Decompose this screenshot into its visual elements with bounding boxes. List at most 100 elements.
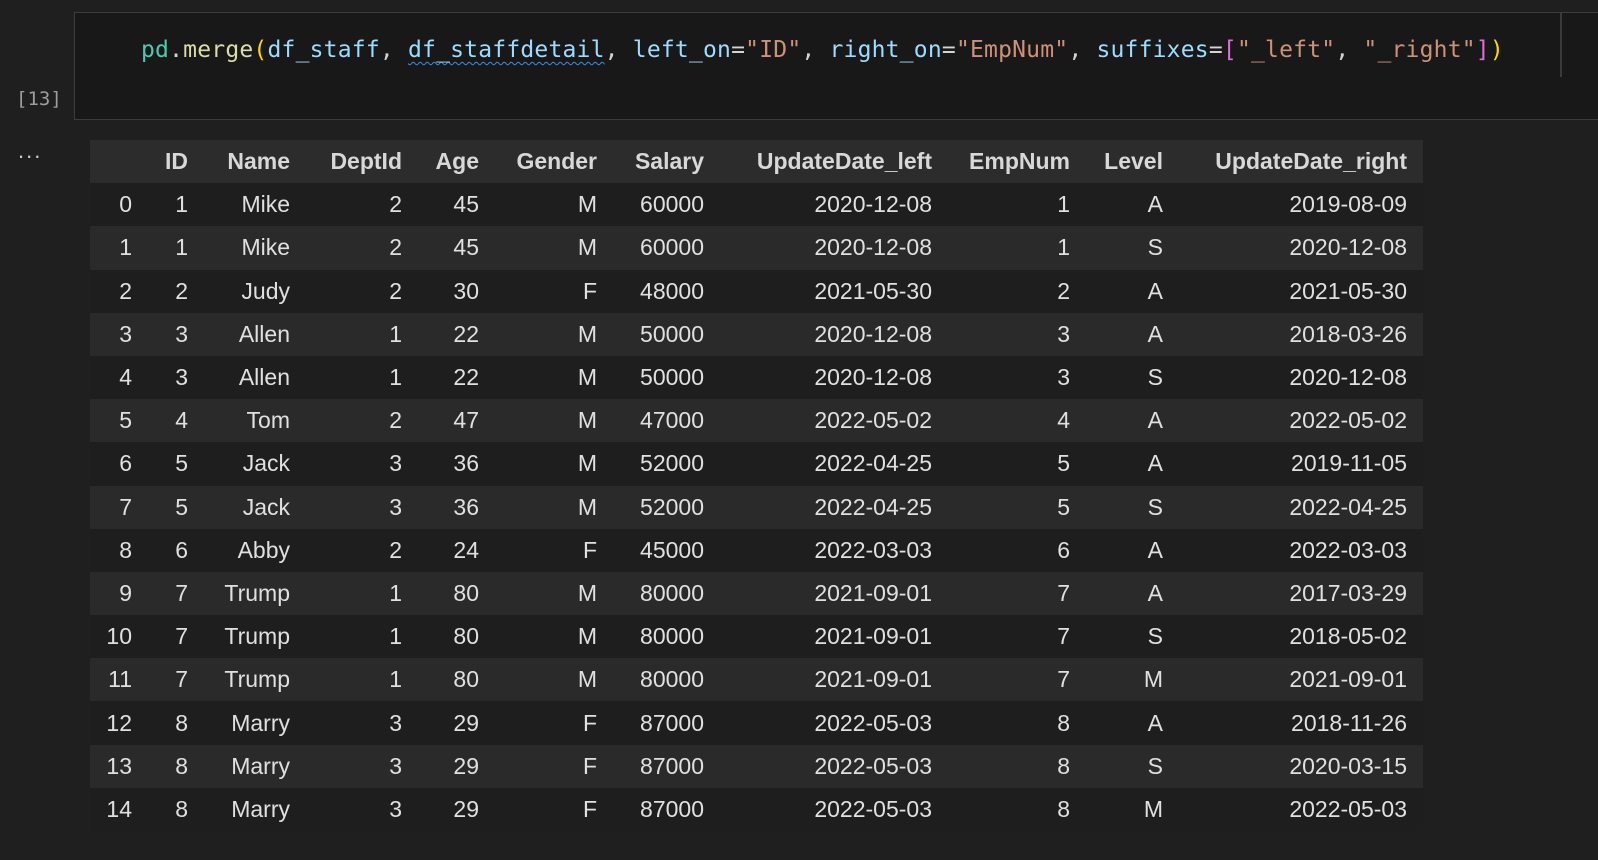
table-cell: 2 xyxy=(389,191,402,218)
code-token: , xyxy=(1335,37,1364,63)
table-cell: Mike xyxy=(241,191,290,218)
table-cell: 2020-12-08 xyxy=(1289,234,1407,261)
table-cell: A xyxy=(1147,450,1163,477)
column-header: Salary xyxy=(613,140,720,184)
table-cell: 2018-03-26 xyxy=(1289,320,1407,347)
table-cell: M xyxy=(577,234,597,261)
code-token: "ID" xyxy=(745,37,802,63)
table-cell: 80 xyxy=(453,579,479,606)
table-cell: 7 xyxy=(1057,623,1070,650)
table-cell: 2 xyxy=(389,277,402,304)
table-cell: 4 xyxy=(175,407,188,434)
table-cell: 7 xyxy=(1057,666,1070,693)
table-cell: 2020-12-08 xyxy=(814,364,932,391)
code-token: merge xyxy=(183,37,254,63)
code-token: = xyxy=(941,37,956,63)
table-cell: M xyxy=(577,579,597,606)
table-cell: 1 xyxy=(389,623,402,650)
table-row: 13 8 Marry 3 29 F 87000 2022-05-03 8 S 2020-03-15 xyxy=(90,744,1423,788)
table-cell: Jack xyxy=(242,450,290,477)
table-cell: 50000 xyxy=(640,320,704,347)
table-row: 14 8 Marry 3 29 F 87000 2022-05-03 8 M 2022-05-03 xyxy=(90,787,1423,831)
code-token: = xyxy=(731,37,746,63)
table-cell: 8 xyxy=(175,795,188,822)
table-cell: 3 xyxy=(389,795,402,822)
code-cell[interactable]: pd.merge(df_staff, df_staffdetail, left_… xyxy=(74,12,1598,120)
table-cell: 22 xyxy=(453,320,479,347)
table-cell: 2021-09-01 xyxy=(814,666,932,693)
table-cell: Judy xyxy=(241,277,290,304)
table-row: 7 5 Jack 3 36 M 52000 2022-04-25 5 S 2022-04-25 xyxy=(90,485,1423,529)
table-cell: 3 xyxy=(389,493,402,520)
column-header: DeptId xyxy=(306,140,418,184)
table-cell: 80000 xyxy=(640,579,704,606)
row-index: 5 xyxy=(119,407,132,434)
table-cell: M xyxy=(577,364,597,391)
table-cell: 45 xyxy=(453,234,479,261)
table-cell: 29 xyxy=(453,795,479,822)
notebook: [13] pd.merge(df_staff, df_staffdetail, … xyxy=(0,0,1598,860)
table-cell: Trump xyxy=(224,579,290,606)
table-cell: 2020-12-08 xyxy=(814,191,932,218)
table-row: 9 7 Trump 1 80 M 80000 2021-09-01 7 A 2017-03-29 xyxy=(90,571,1423,616)
code-token: ) xyxy=(1489,37,1504,63)
table-cell: 5 xyxy=(1057,450,1070,477)
code-token: = xyxy=(1208,37,1223,63)
table-cell: S xyxy=(1147,623,1163,650)
column-header: UpdateDate_left xyxy=(720,140,948,184)
table-cell: 8 xyxy=(1057,752,1070,779)
table-cell: 2 xyxy=(389,234,402,261)
table-cell: 2022-04-25 xyxy=(1289,493,1407,520)
table-cell: 36 xyxy=(453,493,479,520)
table-cell: 3 xyxy=(175,364,188,391)
table-cell: 2021-09-01 xyxy=(814,579,932,606)
table-cell: 2021-05-30 xyxy=(814,277,932,304)
table-cell: 2022-05-03 xyxy=(1289,795,1407,822)
code-token: , xyxy=(604,37,633,63)
table-cell: 52000 xyxy=(640,493,704,520)
table-cell: 7 xyxy=(175,623,188,650)
table-cell: 60000 xyxy=(640,234,704,261)
table-cell: Jack xyxy=(242,493,290,520)
table-cell: 3 xyxy=(1057,320,1070,347)
table-cell: 87000 xyxy=(640,795,704,822)
row-index: 11 xyxy=(108,666,132,693)
table-cell: 5 xyxy=(1057,493,1070,520)
table-cell: A xyxy=(1147,191,1163,218)
table-row: 3 3 Allen 1 22 M 50000 2020-12-08 3 A 2018-03-26 xyxy=(90,312,1423,356)
table-row: 12 8 Marry 3 29 F 87000 2022-05-03 8 A 2018-11-26 xyxy=(90,701,1423,745)
table-cell: 4 xyxy=(1057,407,1070,434)
table-cell: 6 xyxy=(175,536,188,563)
table-cell: Mike xyxy=(241,234,290,261)
table-row: 6 5 Jack 3 36 M 52000 2022-04-25 5 A 2019-11-05 xyxy=(90,442,1423,486)
table-cell: 2022-04-25 xyxy=(814,493,932,520)
table-cell: Marry xyxy=(231,795,290,822)
output-more-actions-icon[interactable]: ... xyxy=(18,138,42,164)
table-cell: Trump xyxy=(224,666,290,693)
table-cell: 45 xyxy=(453,191,479,218)
table-cell: 87000 xyxy=(640,709,704,736)
table-cell: 2019-11-05 xyxy=(1291,450,1407,477)
row-index: 14 xyxy=(106,795,132,822)
row-index: 8 xyxy=(119,536,132,563)
table-cell: 80000 xyxy=(640,666,704,693)
table-cell: 22 xyxy=(453,364,479,391)
table-cell: 3 xyxy=(389,709,402,736)
table-cell: 2 xyxy=(1057,277,1070,304)
table-cell: 2020-12-08 xyxy=(814,234,932,261)
column-header: EmpNum xyxy=(948,140,1086,184)
table-cell: A xyxy=(1147,407,1163,434)
code-editor-line[interactable]: pd.merge(df_staff, df_staffdetail, left_… xyxy=(141,37,1504,63)
table-cell: 2020-03-15 xyxy=(1289,752,1407,779)
table-cell: S xyxy=(1147,493,1163,520)
table-cell: Allen xyxy=(238,364,290,391)
table-cell: M xyxy=(577,320,597,347)
table-cell: 2 xyxy=(389,536,402,563)
table-cell: 8 xyxy=(175,752,188,779)
table-cell: 2021-09-01 xyxy=(1289,666,1407,693)
row-index: 4 xyxy=(119,364,132,391)
table-cell: 2017-03-29 xyxy=(1289,579,1407,606)
table-row: 0 1 Mike 2 45 M 60000 2020-12-08 1 A 2019-08-09 xyxy=(90,183,1423,227)
table-cell: 2022-05-03 xyxy=(814,752,932,779)
table-cell: S xyxy=(1147,364,1163,391)
